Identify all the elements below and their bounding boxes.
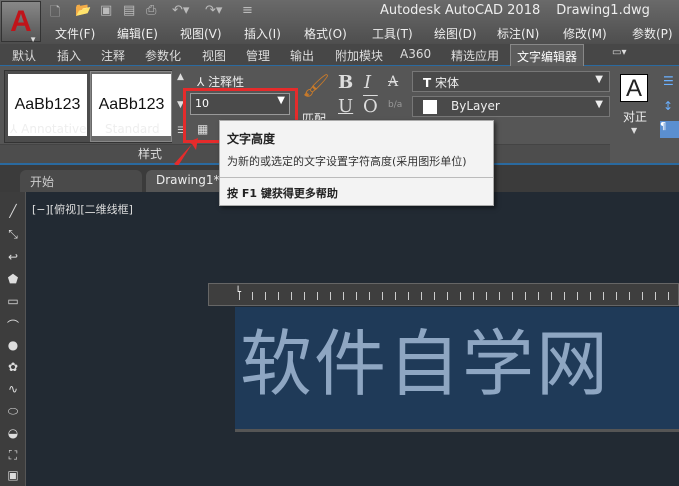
save-as-icon[interactable]: ▤: [123, 3, 135, 18]
construction-line-icon[interactable]: ↩: [5, 250, 21, 266]
color-swatch: [423, 99, 437, 114]
polyline-icon[interactable]: ⤡: [5, 227, 21, 243]
print-icon[interactable]: ⎙: [146, 3, 156, 18]
tooltip-divider: [220, 177, 493, 178]
mtext-ruler[interactable]: └: [208, 283, 679, 306]
tooltip-help: 按 F1 键获得更多帮助: [227, 187, 338, 200]
menu-edit[interactable]: 编辑(E): [117, 25, 158, 42]
stack-button[interactable]: b/a: [388, 100, 402, 110]
insert-block-icon[interactable]: ⛶: [5, 448, 21, 464]
ellipse-arc-icon[interactable]: ◒: [5, 426, 21, 442]
tab-insert[interactable]: 插入: [57, 47, 81, 64]
redo-icon[interactable]: ↷▾: [205, 3, 222, 18]
strikethrough-button[interactable]: A: [388, 74, 398, 90]
open-icon[interactable]: 📂: [75, 3, 91, 18]
tab-featured-apps[interactable]: 精选应用: [451, 47, 499, 64]
tooltip-description: 为新的或选定的文字设置字符高度(采用图形单位): [227, 155, 467, 168]
title-bar: A ▼ 🗋 📂 ▣ ▤ ⎙ ↶▾ ↷▾ ≡ Autodesk AutoCAD 20…: [0, 0, 679, 44]
menu-view[interactable]: 视图(V): [180, 25, 222, 42]
application-menu-button[interactable]: A ▼: [1, 1, 41, 44]
spline-icon[interactable]: ∿: [5, 382, 21, 398]
make-block-icon[interactable]: ▣: [5, 468, 21, 484]
gallery-scroll-up-icon[interactable]: ▲: [177, 72, 184, 82]
revcloud-icon[interactable]: ✿: [5, 360, 21, 376]
justify-label[interactable]: 对正: [623, 108, 647, 125]
menu-tools[interactable]: 工具(T): [372, 25, 413, 42]
save-icon[interactable]: ▣: [100, 3, 112, 18]
line-icon[interactable]: ╱: [5, 204, 21, 220]
tooltip: 文字高度 为新的或选定的文字设置字符高度(采用图形单位) 按 F1 键获得更多帮…: [219, 120, 494, 206]
menu-insert[interactable]: 插入(I): [244, 25, 281, 42]
bold-button[interactable]: B: [338, 72, 353, 93]
tab-parametric[interactable]: 参数化: [145, 47, 181, 64]
bullets-icon[interactable]: ☰: [663, 74, 674, 88]
tab-drawing1[interactable]: Drawing1*: [146, 170, 226, 192]
style-standard-label[interactable]: Standard: [105, 122, 160, 136]
ribbon-tabs: 默认 插入 注释 参数化 视图 管理 输出 附加模块 A360 精选应用 文字编…: [0, 44, 679, 66]
color-dropdown[interactable]: ByLayer ▼: [412, 96, 610, 117]
tab-view[interactable]: 视图: [202, 47, 226, 64]
tab-text-editor[interactable]: 文字编辑器: [510, 44, 585, 66]
tab-a360[interactable]: A360: [400, 47, 431, 61]
arc-icon[interactable]: ⌒: [5, 317, 21, 333]
chevron-down-icon: ▼: [595, 99, 603, 110]
tab-manage[interactable]: 管理: [246, 47, 270, 64]
font-dropdown[interactable]: T 宋体 ▼: [412, 71, 610, 92]
polygon-icon[interactable]: ⬟: [5, 272, 21, 288]
menu-parametric[interactable]: 参数(P): [632, 25, 673, 42]
match-brush-icon[interactable]: 🖌: [302, 74, 330, 99]
overline-button[interactable]: O: [363, 96, 378, 117]
tab-annotate[interactable]: 注释: [101, 47, 125, 64]
customize-quick-access-icon[interactable]: ≡: [242, 3, 253, 18]
chevron-down-icon[interactable]: ▼: [631, 126, 637, 135]
red-arrow-annotation: [174, 138, 198, 166]
menu-dimension[interactable]: 标注(N): [497, 25, 539, 42]
rectangle-icon[interactable]: ▭: [5, 294, 21, 310]
style-annotative-label[interactable]: ⅄ Annotative: [10, 122, 87, 136]
tab-default[interactable]: 默认: [12, 47, 36, 64]
viewport-controls[interactable]: [−][俯视][二维线框]: [32, 201, 133, 217]
tooltip-title: 文字高度: [227, 132, 276, 146]
undo-icon[interactable]: ↶▾: [172, 3, 189, 18]
truetype-icon: T: [423, 76, 432, 90]
panel-toggle-icon[interactable]: ▭▾: [612, 47, 626, 58]
line-spacing-icon[interactable]: ↕: [663, 99, 673, 113]
ellipse-icon[interactable]: ⬭: [5, 404, 21, 420]
ruler-ticks: [239, 292, 679, 300]
menu-format[interactable]: 格式(O): [304, 25, 347, 42]
menu-modify[interactable]: 修改(M): [563, 25, 607, 42]
justify-icon[interactable]: A: [620, 74, 648, 102]
tab-start[interactable]: 开始: [20, 170, 142, 192]
window-title: Autodesk AutoCAD 2018 Drawing1.dwg: [380, 3, 650, 18]
italic-button[interactable]: I: [364, 72, 371, 93]
circle-icon[interactable]: ●: [5, 338, 21, 354]
mtext-content[interactable]: 软件自学网: [240, 305, 610, 410]
underline-button[interactable]: U: [338, 96, 353, 117]
menu-draw[interactable]: 绘图(D): [434, 25, 477, 42]
paragraph-icon[interactable]: ¶: [660, 121, 679, 138]
chevron-down-icon: ▼: [595, 74, 603, 85]
new-icon[interactable]: 🗋: [50, 3, 60, 25]
menu-file[interactable]: 文件(F): [55, 25, 95, 42]
tab-addins[interactable]: 附加模块: [335, 47, 383, 64]
tab-output[interactable]: 输出: [290, 47, 314, 64]
draw-toolbar: ╱ ⤡ ↩ ⬟ ▭ ⌒ ● ✿ ∿ ⬭ ◒ ⛶ ▣: [0, 192, 26, 486]
